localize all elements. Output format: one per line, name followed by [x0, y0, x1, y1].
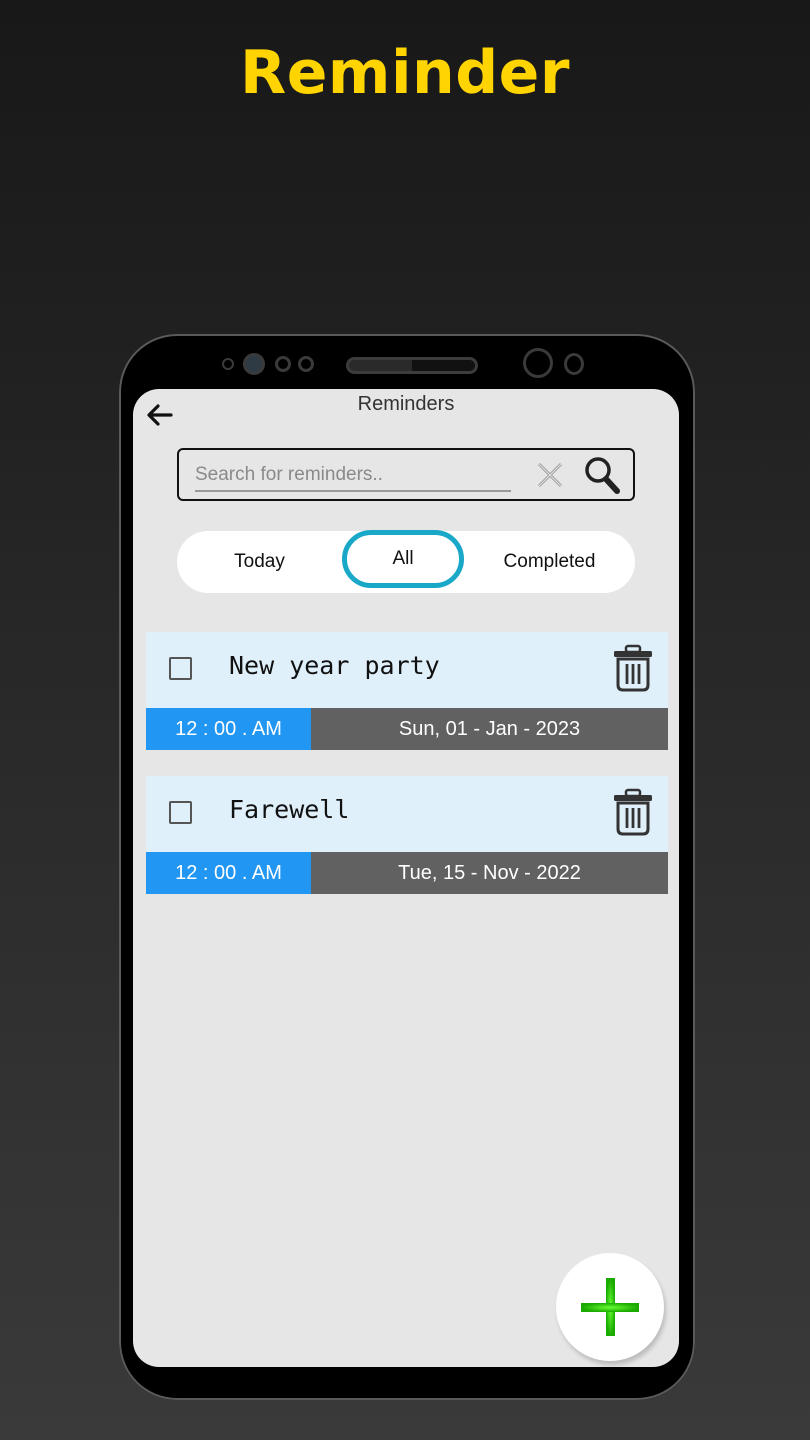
clear-search-button[interactable] — [535, 460, 565, 490]
sensor-dot — [298, 356, 314, 372]
reminder-card[interactable]: Farewell 12 : 00 . AM Tue, 15 - Nov - 20… — [146, 776, 668, 894]
search-bar — [177, 448, 635, 501]
tab-all[interactable]: All — [342, 530, 464, 588]
complete-checkbox[interactable] — [169, 657, 192, 680]
close-icon — [537, 462, 563, 488]
phone-frame: Reminders Today All Completed — [119, 334, 695, 1400]
trash-icon — [614, 644, 652, 692]
sensor-dot — [275, 356, 291, 372]
complete-checkbox[interactable] — [169, 801, 192, 824]
page-title: Reminders — [357, 393, 455, 415]
reminder-title: Farewell — [229, 795, 350, 824]
plus-icon — [581, 1278, 639, 1336]
reminder-date: Tue, 15 - Nov - 2022 — [311, 852, 668, 894]
delete-button[interactable] — [612, 788, 654, 836]
search-input[interactable] — [195, 460, 511, 492]
reminder-title: New year party — [229, 651, 440, 680]
earpiece-speaker — [346, 357, 478, 374]
trash-icon — [614, 788, 652, 836]
search-icon — [585, 457, 620, 494]
tab-today[interactable]: Today — [177, 531, 342, 593]
delete-button[interactable] — [612, 644, 654, 692]
sensor-dot — [564, 353, 584, 375]
search-button[interactable] — [583, 455, 621, 495]
front-camera — [243, 353, 265, 375]
tab-completed[interactable]: Completed — [464, 531, 635, 593]
filter-tabs: Today All Completed — [177, 530, 635, 593]
reminder-card[interactable]: New year party 12 : 00 . AM Sun, 01 - Ja… — [146, 632, 668, 750]
promo-title: Reminder — [240, 38, 570, 108]
reminder-date: Sun, 01 - Jan - 2023 — [311, 708, 668, 750]
reminder-time: 12 : 00 . AM — [146, 852, 311, 894]
add-reminder-button[interactable] — [556, 1253, 664, 1361]
front-camera-lens — [523, 348, 553, 378]
app-screen: Reminders Today All Completed — [133, 389, 679, 1367]
sensor-dot — [222, 358, 234, 370]
reminder-time: 12 : 00 . AM — [146, 708, 311, 750]
